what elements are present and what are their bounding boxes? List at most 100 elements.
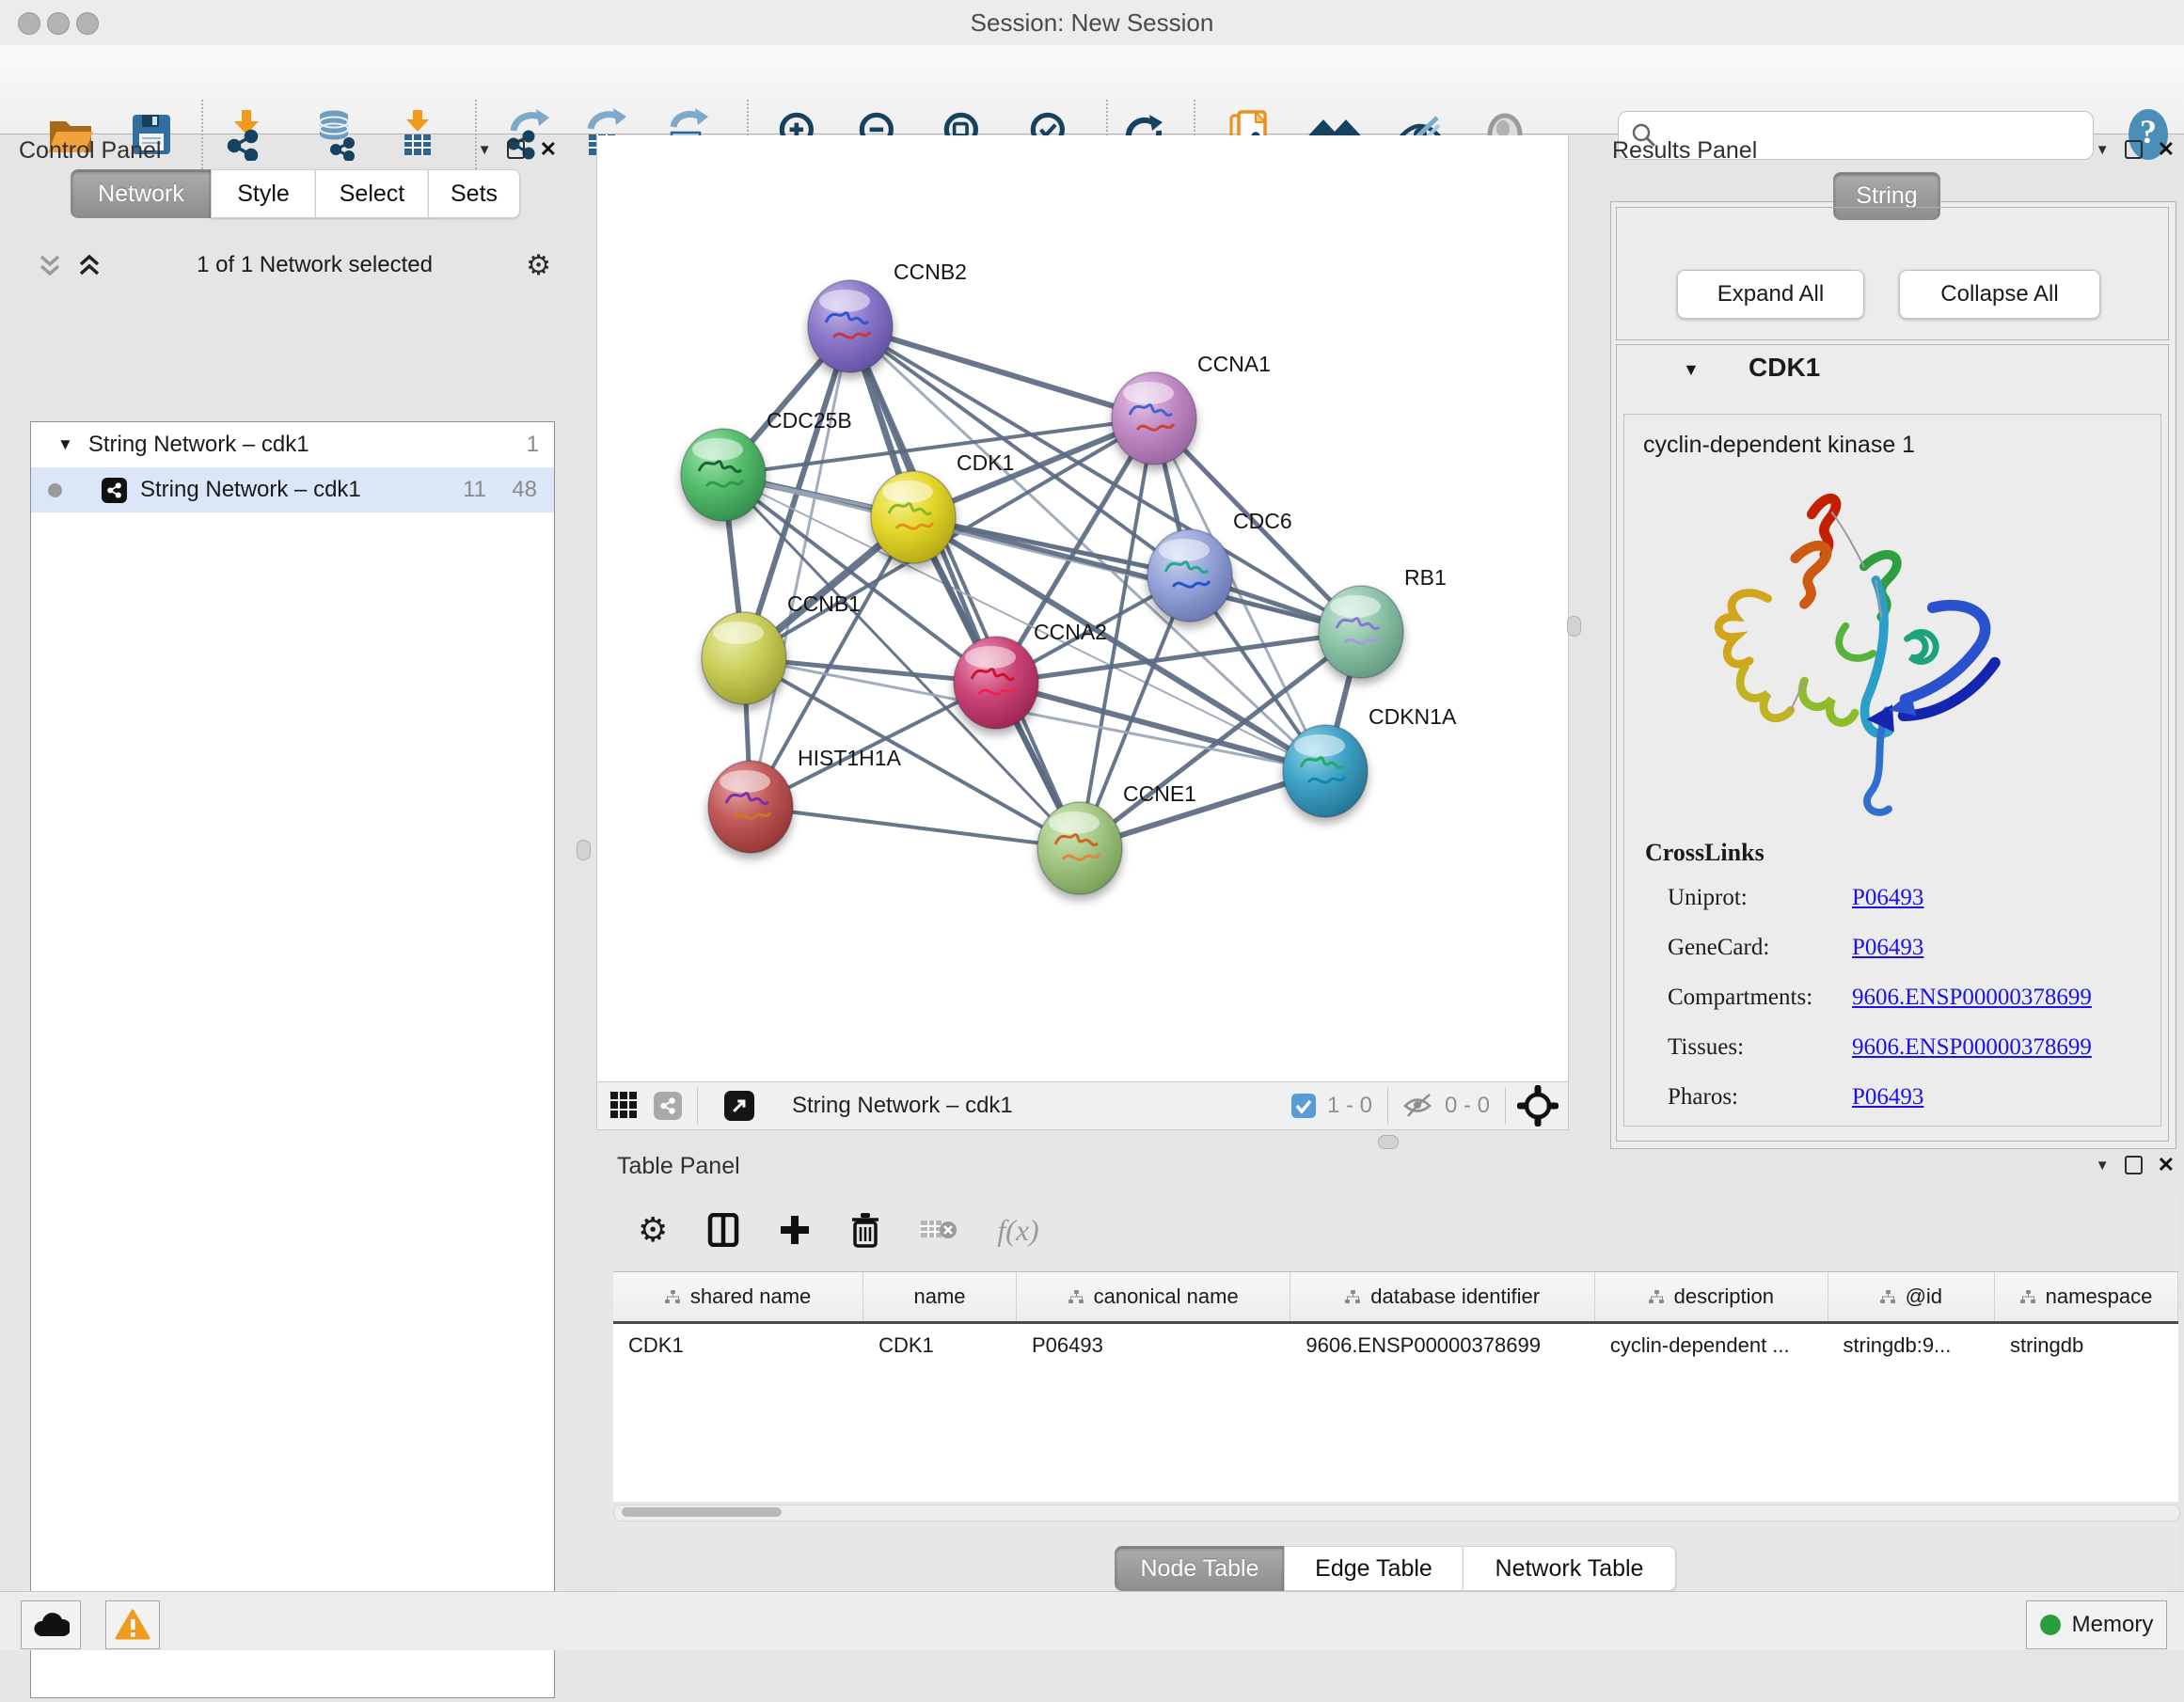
tab-sets[interactable]: Sets <box>428 169 520 218</box>
column-namespace-icon <box>1880 1290 1896 1304</box>
table-row[interactable]: CDK1CDK1P064939606.ENSP00000378699cyclin… <box>613 1324 2178 1367</box>
scrollbar-thumb[interactable] <box>622 1507 782 1517</box>
memory-label: Memory <box>2072 1612 2154 1638</box>
panel-minimize-icon[interactable]: ▼ <box>2096 1158 2110 1173</box>
tab-edge-table[interactable]: Edge Table <box>1284 1546 1464 1591</box>
control-panel: Control Panel ▼ ✕ Network Style Select S… <box>8 137 564 1565</box>
panel-close-icon[interactable]: ✕ <box>2158 139 2175 160</box>
table-cell[interactable]: stringdb <box>1995 1333 2178 1358</box>
tab-style[interactable]: Style <box>211 169 316 218</box>
table-tabs: Node Table Edge Table Network Table <box>1115 1546 1676 1591</box>
network-node-HIST1H1A[interactable]: HIST1H1A <box>708 746 902 853</box>
tab-network-table[interactable]: Network Table <box>1463 1546 1676 1591</box>
network-node-CCNA1[interactable]: CCNA1 <box>1112 352 1271 465</box>
share-network-icon[interactable] <box>654 1092 682 1120</box>
warnings-button[interactable] <box>105 1600 160 1649</box>
column-header-description[interactable]: description <box>1595 1272 1828 1321</box>
table-horizontal-scrollbar[interactable] <box>613 1505 2180 1521</box>
selected-count-badge: 1 - 0 <box>1327 1093 1372 1119</box>
column-header--id[interactable]: @id <box>1828 1272 1995 1321</box>
network-edge[interactable] <box>850 326 1154 418</box>
network-edge[interactable] <box>751 326 850 807</box>
bottom-splitter-handle[interactable] <box>1378 1135 1399 1149</box>
crosslink-row: Uniprot:P06493 <box>1668 873 2160 922</box>
panel-close-icon[interactable]: ✕ <box>2158 1155 2175 1175</box>
crosslink-tissues-link[interactable]: 9606.ENSP00000378699 <box>1852 1034 2092 1061</box>
network-node-CDC6[interactable]: CDC6 <box>1147 509 1292 622</box>
node-label: CCNA2 <box>1034 620 1107 644</box>
crosslink-row: Tissues:9606.ENSP00000378699 <box>1668 1022 2160 1072</box>
add-column-icon[interactable] <box>779 1214 811 1246</box>
open-in-window-icon[interactable] <box>724 1091 754 1121</box>
node-label: CCNB2 <box>894 260 967 284</box>
gene-description: cyclin-dependent kinase 1 <box>1643 432 2160 459</box>
network-edge[interactable] <box>751 807 1080 848</box>
birds-eye-view-icon[interactable] <box>610 1092 639 1120</box>
column-header-namespace[interactable]: namespace <box>1995 1272 2178 1321</box>
collapse-all-icon[interactable] <box>36 251 64 279</box>
memory-status-dot-icon <box>2040 1615 2061 1635</box>
tab-node-table[interactable]: Node Table <box>1115 1546 1285 1591</box>
crosslink-row: Pharos:P06493 <box>1668 1072 2160 1122</box>
column-header-canonical-name[interactable]: canonical name <box>1017 1272 1290 1321</box>
table-cell[interactable]: cyclin-dependent ... <box>1595 1333 1828 1358</box>
column-header-shared-name[interactable]: shared name <box>613 1272 863 1321</box>
delete-trash-icon[interactable] <box>850 1212 880 1248</box>
collection-label: String Network – cdk1 <box>88 432 309 458</box>
network-edge[interactable] <box>913 517 1361 632</box>
panel-float-icon[interactable] <box>507 140 525 159</box>
crosslink-genecard-link[interactable]: P06493 <box>1852 935 1923 961</box>
column-header-database-identifier[interactable]: database identifier <box>1290 1272 1595 1321</box>
protein-structure-image <box>1653 476 2057 824</box>
panel-minimize-icon[interactable]: ▼ <box>478 143 492 157</box>
right-splitter-handle[interactable] <box>1567 616 1581 637</box>
network-node-CDK1[interactable]: CDK1 <box>871 450 1014 563</box>
network-view-toolbar: String Network – cdk1 1 - 0 0 - 0 <box>596 1081 1569 1130</box>
left-splitter-handle[interactable] <box>577 840 591 860</box>
gear-icon[interactable]: ⚙ <box>526 249 551 282</box>
network-row[interactable]: String Network – cdk1 11 48 <box>31 467 554 512</box>
crosslink-pharos-link[interactable]: P06493 <box>1852 1084 1923 1111</box>
collapse-all-button[interactable]: Collapse All <box>1899 270 2100 319</box>
results-panel-title: Results Panel <box>1612 137 1757 165</box>
tab-select[interactable]: Select <box>315 169 429 218</box>
memory-button[interactable]: Memory <box>2026 1600 2167 1649</box>
panel-close-icon[interactable]: ✕ <box>540 139 557 160</box>
network-node-RB1[interactable]: RB1 <box>1319 565 1447 678</box>
collection-expander-icon[interactable]: ▼ <box>57 435 73 454</box>
tab-network[interactable]: Network <box>71 169 212 218</box>
network-graph[interactable]: CCNB2 CCNA1 CDC25B CDK1 CDC6RB1 CCNB1 CCNA2 CDK… <box>597 135 1568 1081</box>
table-gear-icon[interactable]: ⚙ <box>638 1210 668 1250</box>
table-cell[interactable]: 9606.ENSP00000378699 <box>1290 1333 1594 1358</box>
network-node-CDKN1A[interactable]: CDKN1A <box>1283 704 1457 817</box>
panel-minimize-icon[interactable]: ▼ <box>2096 143 2110 157</box>
table-cell[interactable]: CDK1 <box>613 1333 863 1358</box>
crosslink-uniprot-link[interactable]: P06493 <box>1852 885 1923 911</box>
network-node-CCNB1[interactable]: CCNB1 <box>702 591 861 704</box>
expand-all-button[interactable]: Expand All <box>1677 270 1864 319</box>
expand-all-icon[interactable] <box>75 251 103 279</box>
table-cell[interactable]: stringdb:9... <box>1828 1333 1995 1358</box>
network-canvas[interactable]: CCNB2 CCNA1 CDC25B CDK1 CDC6RB1 CCNB1 CCNA2 CDK… <box>596 135 1569 1081</box>
network-node-CCNE1[interactable]: CCNE1 <box>1037 781 1196 894</box>
selected-checkbox-icon[interactable] <box>1291 1094 1316 1118</box>
table-cell[interactable]: P06493 <box>1017 1333 1290 1358</box>
section-collapse-icon[interactable]: ▼ <box>1683 360 1700 380</box>
separator <box>1505 1088 1506 1124</box>
panel-float-icon[interactable] <box>2125 140 2143 159</box>
cloud-button[interactable] <box>21 1600 81 1649</box>
show-columns-icon[interactable] <box>707 1213 739 1247</box>
panel-float-icon[interactable] <box>2125 1156 2143 1174</box>
column-header-name[interactable]: name <box>863 1272 1017 1321</box>
table-cell[interactable]: CDK1 <box>863 1333 1017 1358</box>
node-label: CDK1 <box>957 450 1014 475</box>
node-label: CDC25B <box>767 408 852 433</box>
cloud-icon <box>32 1611 70 1639</box>
network-collection-row[interactable]: ▼ String Network – cdk1 1 <box>31 422 554 467</box>
network-node-CDC25B[interactable]: CDC25B <box>681 408 852 521</box>
crosslink-compartments-link[interactable]: 9606.ENSP00000378699 <box>1852 985 2092 1011</box>
fit-selected-crosshair-icon[interactable] <box>1517 1085 1559 1127</box>
gene-name: CDK1 <box>1749 353 1820 383</box>
column-namespace-icon <box>1068 1290 1084 1304</box>
network-node-count: 11 <box>463 477 486 503</box>
